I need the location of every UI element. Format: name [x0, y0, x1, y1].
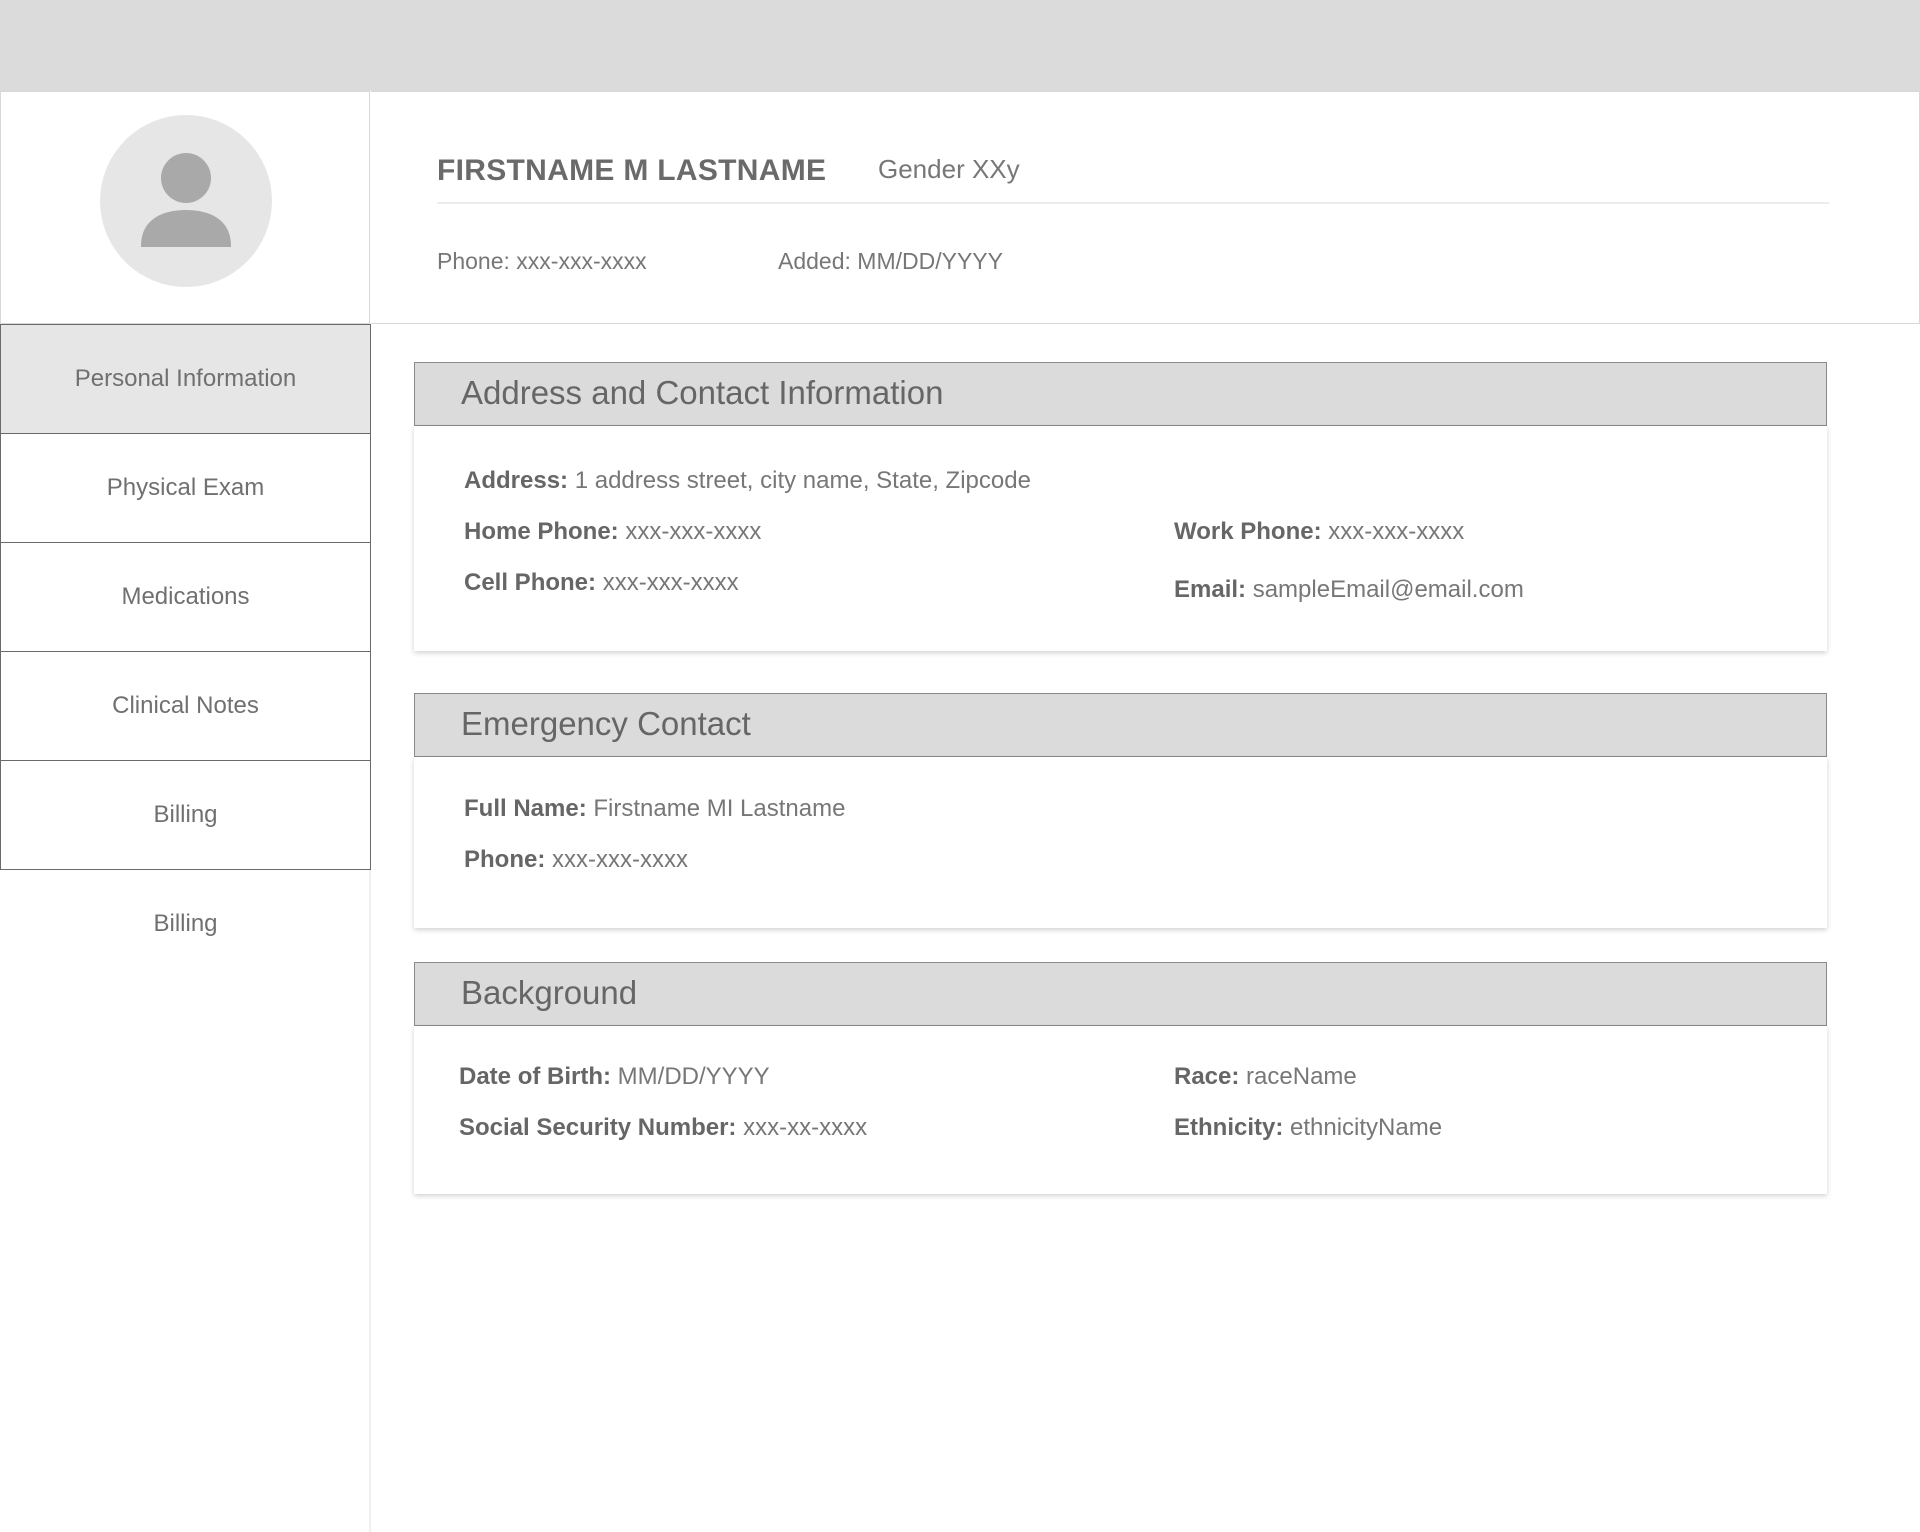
address-value: 1 address street, city name, State, Zipc… — [574, 467, 1031, 494]
emergency-full-name-field: Full Name: Firstname MI Lastname — [464, 795, 845, 823]
header-divider — [437, 202, 1829, 204]
sidebar-item-personal-information[interactable]: Personal Information — [0, 324, 371, 434]
sidebar-item-physical-exam[interactable]: Physical Exam — [0, 433, 371, 543]
work-phone-field: Work Phone: xxx-xxx-xxxx — [1174, 518, 1464, 546]
ssn-value: xxx-xx-xxxx — [743, 1114, 868, 1141]
address-section-header: Address and Contact Information — [414, 362, 1827, 426]
cell-phone-value: xxx-xxx-xxxx — [602, 569, 739, 596]
email-value: sampleEmail@email.com — [1252, 576, 1524, 603]
work-phone-value: xxx-xxx-xxxx — [1328, 518, 1465, 545]
ethnicity-value: ethnicityName — [1290, 1114, 1443, 1141]
emergency-section-body: Full Name: Firstname MI Lastname Phone: … — [414, 757, 1827, 928]
sidebar-item-clinical-notes[interactable]: Clinical Notes — [0, 651, 371, 761]
user-placeholder-icon — [141, 153, 231, 247]
address-section-body: Address: 1 address street, city name, St… — [414, 426, 1827, 651]
emergency-phone-label: Phone: — [464, 846, 546, 873]
cell-phone-label: Cell Phone: — [464, 569, 597, 596]
emergency-full-name-label: Full Name: — [464, 795, 587, 822]
race-field: Race: raceName — [1174, 1063, 1357, 1091]
avatar-panel — [0, 91, 370, 324]
sidebar-item-medications[interactable]: Medications — [0, 542, 371, 652]
emergency-section-header: Emergency Contact — [414, 693, 1827, 757]
address-label: Address: — [464, 467, 569, 494]
dob-label: Date of Birth: — [459, 1063, 611, 1090]
patient-gender: Gender XXy — [878, 154, 1020, 184]
address-field: Address: 1 address street, city name, St… — [464, 467, 1031, 495]
race-value: raceName — [1246, 1063, 1357, 1090]
emergency-phone-field: Phone: xxx-xxx-xxxx — [464, 846, 688, 874]
ethnicity-field: Ethnicity: ethnicityName — [1174, 1114, 1442, 1142]
ssn-label: Social Security Number: — [459, 1114, 737, 1141]
email-field: Email: sampleEmail@email.com — [1174, 576, 1524, 604]
emergency-full-name-value: Firstname MI Lastname — [593, 795, 846, 822]
sidebar-item-billing-secondary[interactable]: Billing — [0, 869, 371, 979]
patient-name: FIRSTNAME M LASTNAME — [437, 154, 827, 187]
patient-phone: Phone: xxx-xxx-xxxx — [437, 248, 647, 274]
dob-value: MM/DD/YYYY — [617, 1063, 770, 1090]
home-phone-field: Home Phone: xxx-xxx-xxxx — [464, 518, 761, 546]
top-bar — [0, 0, 1920, 91]
home-phone-label: Home Phone: — [464, 518, 619, 545]
patient-header: FIRSTNAME M LASTNAME Gender XXy Phone: x… — [371, 91, 1920, 324]
sidebar: Personal Information Physical Exam Medic… — [0, 324, 371, 1532]
ethnicity-label: Ethnicity: — [1174, 1114, 1284, 1141]
dob-field: Date of Birth: MM/DD/YYYY — [459, 1063, 770, 1091]
race-label: Race: — [1174, 1063, 1240, 1090]
ssn-field: Social Security Number: xxx-xx-xxxx — [459, 1114, 867, 1142]
patient-added-date: Added: MM/DD/YYYY — [778, 248, 1003, 274]
work-phone-label: Work Phone: — [1174, 518, 1322, 545]
background-section-header: Background — [414, 962, 1827, 1026]
emergency-phone-value: xxx-xxx-xxxx — [552, 846, 688, 873]
home-phone-value: xxx-xxx-xxxx — [625, 518, 762, 545]
background-section-body: Date of Birth: MM/DD/YYYY Race: raceName… — [414, 1026, 1827, 1194]
cell-phone-field: Cell Phone: xxx-xxx-xxxx — [464, 569, 739, 597]
email-label: Email: — [1174, 576, 1247, 603]
sidebar-item-billing[interactable]: Billing — [0, 760, 371, 870]
avatar[interactable] — [100, 115, 272, 287]
